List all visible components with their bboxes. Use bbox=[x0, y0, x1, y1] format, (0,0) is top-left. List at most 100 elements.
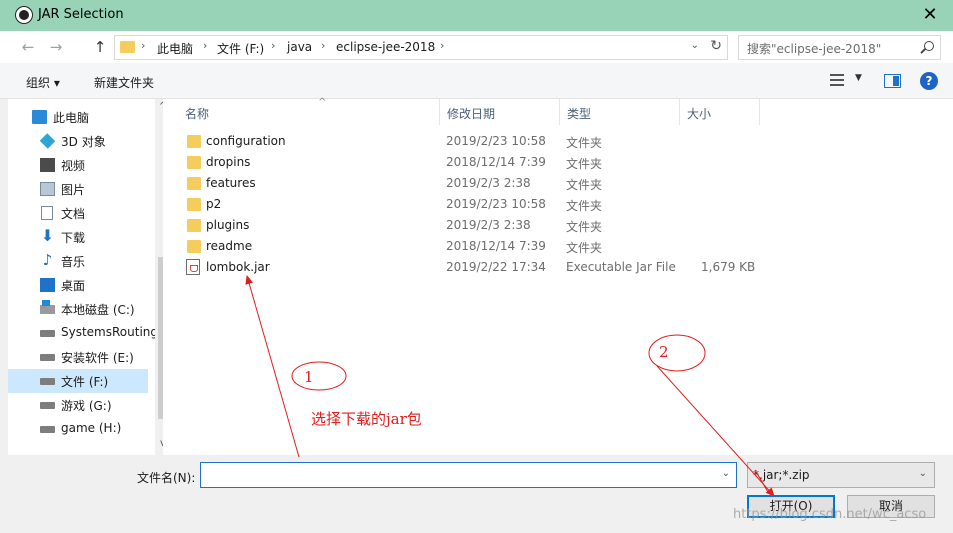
sidebar-item-drive-h[interactable]: game (H:) bbox=[8, 417, 148, 441]
file-type: 文件夹 bbox=[566, 220, 603, 234]
breadcrumb-drive-f[interactable]: 文件 (F:) bbox=[217, 40, 264, 57]
jar-file-icon bbox=[186, 259, 200, 275]
new-folder-button[interactable]: 新建文件夹 bbox=[94, 74, 154, 91]
breadcrumb-eclipse[interactable]: eclipse-jee-2018 bbox=[336, 40, 435, 54]
sidebar-item-drive-g[interactable]: 游戏 (G:) bbox=[8, 393, 148, 417]
sidebar-item-music[interactable]: ♪ 音乐 bbox=[8, 249, 148, 273]
breadcrumb-separator[interactable]: › bbox=[440, 39, 444, 52]
file-name: features bbox=[206, 176, 256, 190]
sidebar-item-systemsrouting[interactable]: SystemsRouting bbox=[8, 321, 158, 345]
address-bar[interactable]: › 此电脑 › 文件 (F:) › java › eclipse-jee-201… bbox=[114, 35, 728, 60]
file-list: 名称 ^ 修改日期 类型 大小 configuration 2019/2/23 … bbox=[163, 97, 953, 455]
filename-field[interactable]: ⌄ bbox=[200, 462, 737, 488]
sidebar-item-drive-c[interactable]: 本地磁盘 (C:) bbox=[8, 297, 148, 321]
folder-icon bbox=[187, 177, 201, 190]
search-placeholder: 搜索"eclipse-jee-2018" bbox=[747, 42, 882, 56]
breadcrumb-separator[interactable]: › bbox=[271, 39, 275, 52]
drive-icon bbox=[40, 354, 55, 361]
watermark: https://blog.csdn.net/wc_acso bbox=[733, 507, 927, 522]
preview-pane-icon[interactable] bbox=[884, 74, 901, 88]
sidebar-item-label: 安装软件 (E:) bbox=[61, 351, 134, 365]
sidebar-item-label: 音乐 bbox=[61, 255, 86, 269]
chevron-down-icon[interactable]: ▼ bbox=[855, 73, 862, 83]
sidebar-item-label: 本地磁盘 (C:) bbox=[61, 303, 135, 317]
sidebar-item-3d-objects[interactable]: 3D 对象 bbox=[8, 129, 148, 153]
annotation-note: 选择下载的jar包 bbox=[311, 410, 422, 428]
file-modified: 2019/2/23 10:58 bbox=[446, 197, 546, 211]
sidebar-item-label: 文件 (F:) bbox=[61, 375, 109, 389]
sidebar-scrollbar[interactable]: ^ v bbox=[155, 99, 163, 455]
toolbar: 组织 ▾ 新建文件夹 ▼ ? bbox=[0, 63, 953, 99]
sidebar-item-drive-e[interactable]: 安装软件 (E:) bbox=[8, 345, 148, 369]
breadcrumb-this-pc[interactable]: 此电脑 bbox=[157, 40, 193, 57]
sidebar-item-desktop[interactable]: 桌面 bbox=[8, 273, 148, 297]
sidebar-item-documents[interactable]: 文档 bbox=[8, 201, 148, 225]
pictures-icon bbox=[40, 182, 55, 196]
breadcrumb-separator[interactable]: › bbox=[203, 39, 207, 52]
file-row-features[interactable]: features 2019/2/3 2:38 文件夹 bbox=[163, 173, 953, 194]
file-name: lombok.jar bbox=[206, 260, 270, 274]
file-type: 文件夹 bbox=[566, 157, 603, 171]
back-button[interactable]: ← bbox=[18, 37, 38, 57]
help-icon[interactable]: ? bbox=[920, 72, 938, 90]
folder-icon bbox=[187, 135, 201, 148]
chevron-down-icon[interactable]: ⌄ bbox=[919, 468, 927, 479]
column-header-modified[interactable]: 修改日期 bbox=[440, 99, 560, 125]
sidebar-item-label: 视频 bbox=[61, 159, 86, 173]
search-icon[interactable] bbox=[924, 41, 934, 51]
sidebar-item-label: 文档 bbox=[61, 207, 86, 221]
download-icon: ⬇ bbox=[40, 226, 55, 245]
breadcrumb-separator[interactable]: › bbox=[321, 39, 325, 52]
annotation-marker-2: 2 bbox=[659, 343, 669, 361]
column-header-label: 类型 bbox=[567, 107, 592, 121]
file-row-readme[interactable]: readme 2018/12/14 7:39 文件夹 bbox=[163, 236, 953, 257]
view-options-icon[interactable] bbox=[830, 74, 844, 86]
column-header-size[interactable]: 大小 bbox=[680, 99, 760, 125]
up-button[interactable]: ↑ bbox=[90, 37, 110, 57]
column-header-label: 名称 bbox=[185, 107, 210, 121]
file-type: 文件夹 bbox=[566, 136, 603, 150]
sidebar-item-this-pc[interactable]: 此电脑 bbox=[8, 105, 148, 129]
file-type: 文件夹 bbox=[566, 241, 603, 255]
file-row-p2[interactable]: p2 2019/2/23 10:58 文件夹 bbox=[163, 194, 953, 215]
close-button[interactable]: ✕ bbox=[907, 0, 953, 31]
drive-icon bbox=[40, 378, 55, 385]
column-header-name[interactable]: 名称 ^ bbox=[178, 97, 440, 125]
chevron-down-icon[interactable]: ⌄ bbox=[691, 40, 699, 51]
sidebar-item-pictures[interactable]: 图片 bbox=[8, 177, 148, 201]
folder-icon bbox=[120, 41, 135, 53]
file-row-lombok-jar[interactable]: lombok.jar 2019/2/22 17:34 Executable Ja… bbox=[163, 257, 953, 278]
sidebar-item-videos[interactable]: 视频 bbox=[8, 153, 148, 177]
annotation-marker-1: 1 bbox=[304, 368, 314, 386]
navigation-pane: 此电脑 3D 对象 视频 图片 文档 ⬇ 下载 ♪ 音乐 桌面 本地磁盘 (C:… bbox=[8, 99, 163, 455]
breadcrumb-separator[interactable]: › bbox=[141, 39, 145, 52]
column-header-type[interactable]: 类型 bbox=[560, 99, 680, 125]
sidebar-item-drive-f[interactable]: 文件 (F:) bbox=[8, 369, 148, 393]
window-edge bbox=[0, 99, 8, 455]
chevron-down-icon[interactable]: ⌄ bbox=[722, 468, 730, 479]
file-row-plugins[interactable]: plugins 2019/2/3 2:38 文件夹 bbox=[163, 215, 953, 236]
file-row-dropins[interactable]: dropins 2018/12/14 7:39 文件夹 bbox=[163, 152, 953, 173]
column-header-label: 大小 bbox=[687, 107, 712, 121]
scroll-down-icon[interactable]: v bbox=[155, 436, 163, 452]
search-input[interactable]: 搜索"eclipse-jee-2018" bbox=[738, 35, 941, 60]
file-name: plugins bbox=[206, 218, 250, 232]
file-row-configuration[interactable]: configuration 2019/2/23 10:58 文件夹 bbox=[163, 131, 953, 152]
windows-drive-icon bbox=[40, 300, 55, 314]
refresh-icon[interactable]: ↻ bbox=[710, 38, 722, 54]
cube-icon bbox=[39, 133, 56, 149]
sidebar-item-label: 此电脑 bbox=[53, 111, 90, 125]
sidebar-item-label: 3D 对象 bbox=[61, 135, 106, 149]
scroll-up-icon[interactable]: ^ bbox=[155, 99, 163, 115]
sidebar-item-label: SystemsRouting bbox=[61, 325, 159, 339]
window-title: JAR Selection bbox=[38, 7, 124, 22]
sidebar-item-downloads[interactable]: ⬇ 下载 bbox=[8, 225, 148, 249]
file-type-filter[interactable]: *.jar;*.zip ⌄ bbox=[747, 462, 935, 488]
forward-button[interactable]: → bbox=[46, 37, 66, 57]
organize-button[interactable]: 组织 ▾ bbox=[26, 74, 60, 91]
file-modified: 2018/12/14 7:39 bbox=[446, 239, 546, 253]
desktop-icon bbox=[40, 278, 55, 292]
file-name: p2 bbox=[206, 197, 222, 211]
file-type: 文件夹 bbox=[566, 178, 603, 192]
breadcrumb-java[interactable]: java bbox=[287, 40, 312, 54]
